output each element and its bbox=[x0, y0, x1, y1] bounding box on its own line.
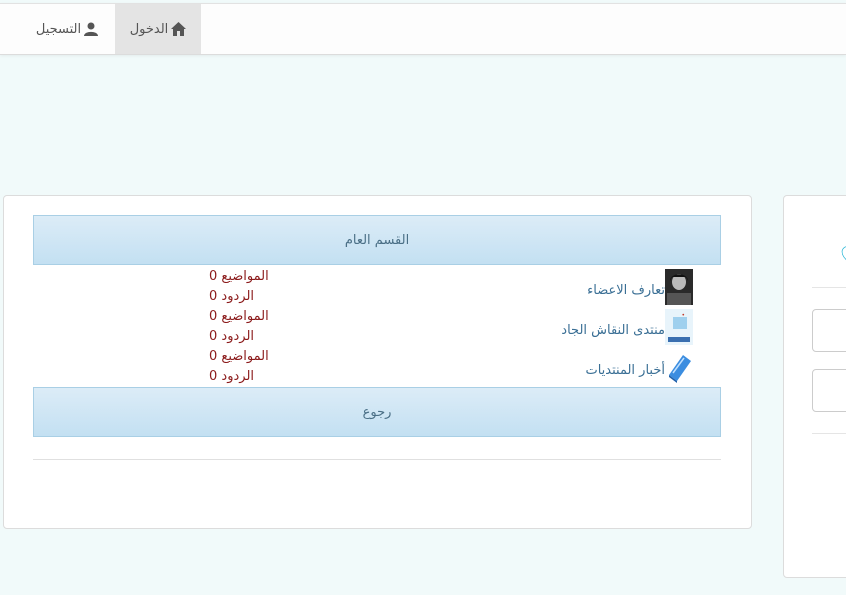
nav-register-label: التسجيل bbox=[35, 21, 82, 37]
forum-panel: القسم العام تعارف الاعضاء المواضيع 0 الر… bbox=[3, 195, 752, 529]
back-label: رجوع bbox=[362, 404, 392, 420]
nav-login-link[interactable]: الدخول bbox=[115, 4, 201, 54]
forum-name[interactable]: أخبار المنتديات bbox=[585, 363, 665, 378]
side-panel-icon: ♡ bbox=[839, 244, 846, 274]
divider bbox=[33, 459, 721, 460]
forum-stats: المواضيع 0 الردود 0 bbox=[209, 347, 279, 387]
password-field[interactable] bbox=[812, 369, 846, 412]
forum-stats: المواضيع 0 الردود 0 bbox=[209, 267, 279, 307]
svg-text:•: • bbox=[681, 312, 685, 319]
nav-login-label: الدخول bbox=[129, 21, 169, 37]
forum-name[interactable]: تعارف الاعضاء bbox=[587, 283, 665, 298]
forum-row: أخبار المنتديات المواضيع 0 الردود 0 bbox=[4, 347, 751, 387]
nav-register-link[interactable]: التسجيل bbox=[20, 4, 114, 54]
replies-count: الردود 0 bbox=[209, 289, 255, 304]
user-icon bbox=[84, 22, 99, 36]
top-navbar: الدخول التسجيل bbox=[0, 3, 846, 55]
topics-count: المواضيع 0 bbox=[209, 269, 269, 284]
forum-name[interactable]: منتدى النقاش الجاد bbox=[561, 323, 665, 338]
replies-count: الردود 0 bbox=[209, 369, 255, 384]
category-title: القسم العام bbox=[344, 232, 410, 248]
topics-count: المواضيع 0 bbox=[209, 309, 269, 324]
forum-link[interactable]: تعارف الاعضاء bbox=[587, 267, 693, 307]
forum-link[interactable]: • منتدى النقاش الجاد bbox=[561, 307, 693, 347]
divider bbox=[812, 287, 846, 288]
forum-link[interactable]: أخبار المنتديات bbox=[585, 347, 693, 387]
divider bbox=[812, 433, 846, 434]
home-icon bbox=[171, 22, 187, 36]
forum-row: تعارف الاعضاء المواضيع 0 الردود 0 bbox=[4, 267, 751, 307]
category-header[interactable]: القسم العام bbox=[33, 215, 721, 265]
forum-stats: المواضيع 0 الردود 0 bbox=[209, 307, 279, 347]
side-panel: ♡ bbox=[783, 195, 846, 578]
back-button[interactable]: رجوع bbox=[33, 387, 721, 437]
replies-count: الردود 0 bbox=[209, 329, 255, 344]
forum-logo-icon: • bbox=[665, 309, 693, 345]
forum-row: • منتدى النقاش الجاد المواضيع 0 الردود 0 bbox=[4, 307, 751, 347]
news-book-icon bbox=[669, 355, 691, 383]
topics-count: المواضيع 0 bbox=[209, 349, 269, 364]
username-field[interactable] bbox=[812, 309, 846, 352]
member-avatar-icon bbox=[665, 269, 693, 305]
